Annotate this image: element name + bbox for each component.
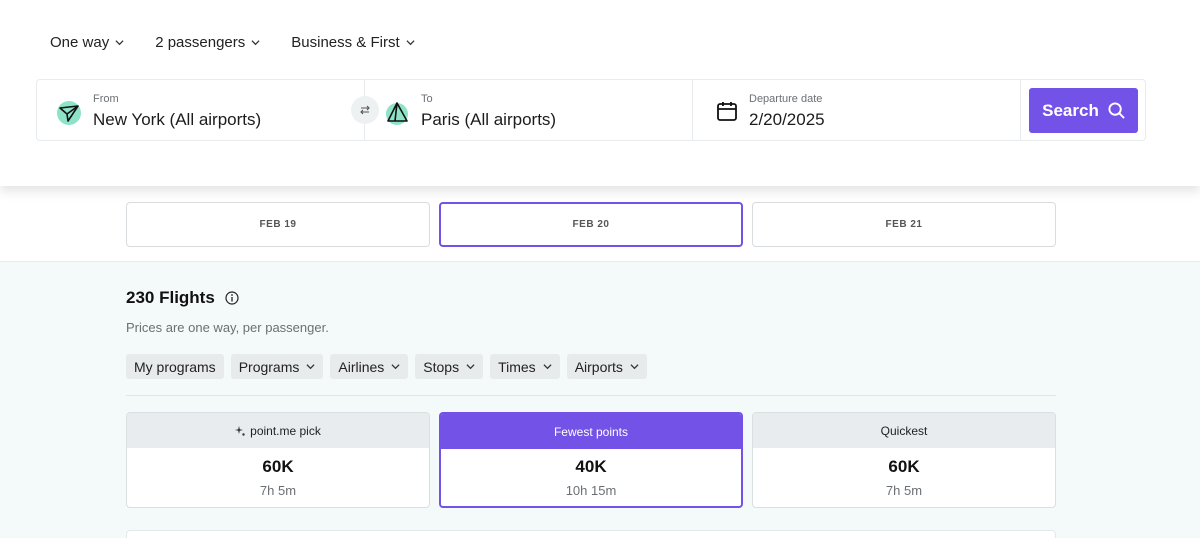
filter-label: Stops — [423, 358, 460, 375]
to-field[interactable]: To Paris (All airports) — [365, 80, 693, 140]
card-header: point.me pick — [127, 413, 429, 448]
passengers-dropdown[interactable]: 2 passengers — [155, 34, 260, 51]
swap-arrows-icon — [360, 105, 370, 115]
swap-button[interactable] — [351, 96, 379, 124]
filter-airports[interactable]: Airports — [566, 354, 647, 379]
departure-date-field[interactable]: Departure date 2/20/2025 — [693, 80, 1021, 140]
from-value: New York (All airports) — [93, 110, 262, 129]
filter-programs[interactable]: Programs — [230, 354, 324, 379]
chevron-down-icon — [251, 40, 260, 46]
to-value: Paris (All airports) — [421, 110, 557, 129]
filter-my-programs[interactable]: My programs — [126, 354, 224, 379]
filter-label: My programs — [134, 358, 216, 375]
trip-type-label: One way — [50, 34, 110, 51]
date-tab-label: FEB 19 — [259, 219, 297, 230]
cabin-dropdown[interactable]: Business & First — [291, 34, 415, 51]
search-button-cell: Search — [1021, 80, 1145, 140]
filter-label: Airports — [574, 358, 623, 375]
chevron-down-icon — [306, 364, 315, 370]
filter-airlines[interactable]: Airlines — [330, 354, 409, 379]
date-selector: FEB 19 FEB 20 FEB 21 — [0, 186, 1200, 262]
filter-label: Programs — [238, 358, 300, 375]
search-button-label: Search — [1042, 100, 1099, 120]
date-tab-feb-19[interactable]: FEB 19 — [126, 202, 430, 247]
info-icon[interactable] — [225, 291, 239, 305]
date-value: 2/20/2025 — [749, 110, 825, 129]
from-label: From — [93, 93, 119, 105]
search-header: One way 2 passengers Business & First Fr… — [0, 0, 1200, 186]
to-label: To — [421, 93, 433, 105]
date-tab-label: FEB 21 — [885, 219, 923, 230]
date-label: Departure date — [749, 93, 823, 105]
divider — [126, 395, 1056, 396]
filter-times[interactable]: Times — [490, 354, 560, 379]
chevron-down-icon — [115, 40, 124, 46]
card-header: Fewest points — [441, 414, 741, 449]
plane-takeoff-icon — [57, 101, 81, 125]
sort-card-fewest-points[interactable]: Fewest points 40K 10h 15m — [439, 412, 743, 508]
card-duration: 7h 5m — [885, 483, 923, 498]
sparkle-icon — [235, 425, 245, 436]
card-header: Quickest — [753, 413, 1055, 448]
filter-bar: My programs Programs Airlines Stops Time… — [126, 354, 647, 379]
card-points: 60K — [262, 457, 294, 476]
plane-landing-icon — [386, 102, 408, 125]
card-points: 60K — [888, 457, 920, 476]
search-button[interactable]: Search — [1029, 88, 1138, 133]
date-tab-label: FEB 20 — [572, 219, 610, 230]
chevron-down-icon — [406, 40, 415, 46]
cabin-label: Business & First — [291, 34, 400, 51]
calendar-icon — [717, 102, 737, 121]
filter-label: Times — [498, 358, 536, 375]
results-subtitle: Prices are one way, per passenger. — [126, 320, 329, 335]
filter-stops[interactable]: Stops — [415, 354, 484, 379]
trip-type-dropdown[interactable]: One way — [50, 34, 124, 51]
trip-options: One way 2 passengers Business & First — [50, 34, 415, 51]
results-count-label: 230 Flights — [126, 288, 215, 307]
chevron-down-icon — [391, 364, 400, 370]
chevron-down-icon — [630, 364, 639, 370]
filter-label: Airlines — [338, 358, 385, 375]
from-field[interactable]: From New York (All airports) — [37, 80, 379, 140]
card-header-label: point.me pick — [250, 423, 321, 438]
flight-result-card-partial — [126, 530, 1056, 538]
card-header-label: Fewest points — [553, 424, 629, 439]
search-icon — [1108, 102, 1125, 119]
passengers-label: 2 passengers — [155, 34, 246, 51]
card-points: 40K — [575, 457, 607, 476]
sort-card-quickest[interactable]: Quickest 60K 7h 5m — [752, 412, 1056, 508]
card-duration: 10h 15m — [565, 483, 617, 498]
card-duration: 7h 5m — [259, 483, 297, 498]
flight-search-bar: From New York (All airports) To Paris (A… — [36, 79, 1146, 141]
date-tab-feb-20[interactable]: FEB 20 — [439, 202, 743, 247]
chevron-down-icon — [543, 364, 552, 370]
date-tab-feb-21[interactable]: FEB 21 — [752, 202, 1056, 247]
sort-card-point-me-pick[interactable]: point.me pick 60K 7h 5m — [126, 412, 430, 508]
card-header-label: Quickest — [880, 423, 928, 438]
results-count: 230 Flights — [126, 288, 239, 308]
chevron-down-icon — [466, 364, 475, 370]
